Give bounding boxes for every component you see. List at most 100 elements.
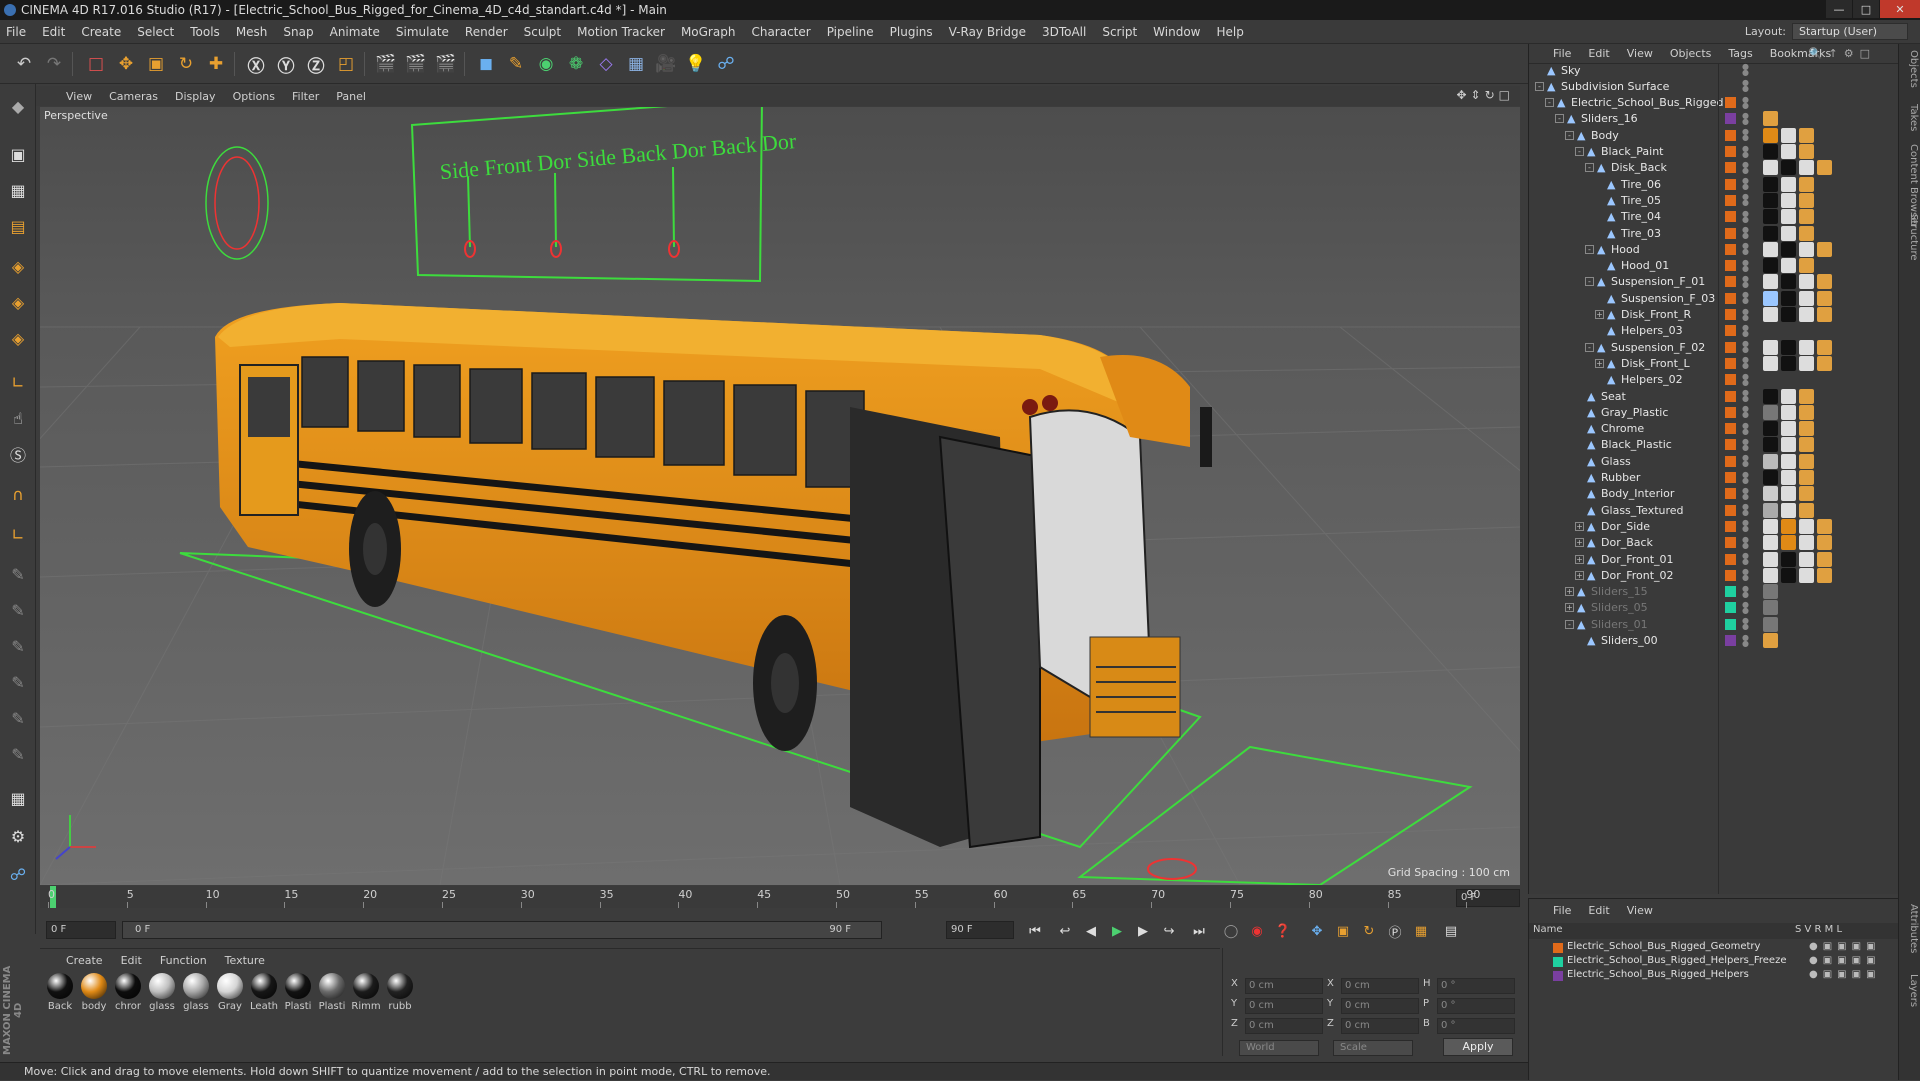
- visibility-dots-icon[interactable]: ● ●: [1742, 274, 1749, 288]
- material-tag-icon[interactable]: [1781, 192, 1796, 208]
- expand-toggle-icon[interactable]: -: [1575, 147, 1584, 156]
- sculpt-smooth-icon[interactable]: ✎: [4, 632, 32, 660]
- expand-toggle-icon[interactable]: -: [1585, 244, 1594, 254]
- viewport-navigation-icons[interactable]: ✥⇕↻□: [1456, 88, 1514, 102]
- material-tag-icon[interactable]: [1763, 388, 1778, 404]
- material-tag-icon[interactable]: [1763, 616, 1778, 632]
- layer-color-swatch[interactable]: [1725, 260, 1736, 272]
- material-tag-icon[interactable]: [1781, 160, 1796, 176]
- layer-color-swatch[interactable]: [1725, 97, 1736, 109]
- expand-toggle-icon[interactable]: -: [1585, 277, 1594, 287]
- redo-icon[interactable]: ↷: [40, 50, 68, 78]
- coordinate-value-field[interactable]: 0 °: [1437, 1018, 1515, 1034]
- material-tag-icon[interactable]: [1799, 388, 1814, 404]
- layer-color-swatch[interactable]: [1725, 146, 1736, 157]
- visibility-dots-icon[interactable]: ● ●: [1742, 226, 1749, 240]
- layer-color-swatch[interactable]: [1725, 129, 1736, 141]
- material-tag-icon[interactable]: [1817, 307, 1832, 322]
- material-menu-texture[interactable]: Texture: [225, 954, 265, 967]
- material-tag-icon[interactable]: [1799, 567, 1814, 583]
- material-tag-icon[interactable]: [1817, 274, 1832, 290]
- material-tag-icon[interactable]: [1763, 518, 1778, 534]
- material-tag-icon[interactable]: [1781, 567, 1796, 583]
- workplane-axis-icon[interactable]: ∟: [4, 520, 32, 548]
- material-swatch[interactable]: Leath: [248, 973, 280, 1012]
- material-tag-icon[interactable]: [1799, 339, 1814, 355]
- material-tag-icon[interactable]: [1817, 160, 1832, 176]
- coordinate-value-field[interactable]: 0 °: [1437, 978, 1515, 994]
- material-tag-icon[interactable]: [1781, 307, 1796, 322]
- material-tag-icon[interactable]: [1763, 535, 1778, 551]
- material-tag-icon[interactable]: [1781, 176, 1796, 192]
- side-tab-layers[interactable]: Layers: [1901, 974, 1919, 1007]
- expand-toggle-icon[interactable]: +: [1595, 310, 1604, 319]
- python-script-icon[interactable]: ☍: [712, 50, 740, 78]
- material-tag-icon[interactable]: [1817, 551, 1832, 567]
- coordinate-value-field[interactable]: 0 cm: [1245, 1018, 1323, 1034]
- material-tag-icon[interactable]: [1799, 160, 1814, 176]
- object-menu-edit[interactable]: Edit: [1588, 47, 1609, 60]
- material-tag-icon[interactable]: [1763, 144, 1778, 159]
- coordinate-system-icon[interactable]: ◰: [332, 50, 360, 78]
- close-button[interactable]: ✕: [1880, 0, 1920, 18]
- object-menu-tags[interactable]: Tags: [1728, 47, 1752, 60]
- previous-key-icon[interactable]: ↩: [1054, 921, 1076, 941]
- render-settings-icon[interactable]: 🎬: [432, 50, 460, 78]
- make-editable-icon[interactable]: ◆: [4, 92, 32, 120]
- material-tag-icon[interactable]: [1781, 453, 1796, 469]
- material-tag-icon[interactable]: [1763, 600, 1778, 616]
- material-tag-icon[interactable]: [1781, 437, 1796, 453]
- material-menu-create[interactable]: Create: [66, 954, 103, 967]
- layer-flags-icons[interactable]: ●▣▣▣▣: [1809, 969, 1881, 980]
- material-tag-icon[interactable]: [1763, 274, 1778, 290]
- visibility-dots-icon[interactable]: ● ●: [1742, 454, 1749, 468]
- coordinate-mode-dropdown[interactable]: Scale: [1333, 1040, 1413, 1056]
- layer-menu-edit[interactable]: Edit: [1588, 904, 1609, 917]
- subdivision-generator-icon[interactable]: ◉: [532, 50, 560, 78]
- material-tag-icon[interactable]: [1763, 176, 1778, 192]
- material-tag-icon[interactable]: [1763, 339, 1778, 355]
- cube-primitive-icon[interactable]: ◼: [472, 50, 500, 78]
- brush-tool-icon[interactable]: ✎: [4, 560, 32, 588]
- layer-color-swatch[interactable]: [1725, 586, 1736, 598]
- move-tool-icon[interactable]: ✥: [112, 50, 140, 78]
- layer-menu-file[interactable]: File: [1553, 904, 1571, 917]
- layer-row[interactable]: Electric_School_Bus_Rigged_Helpers ●▣▣▣▣: [1529, 969, 1899, 983]
- model-mode-icon[interactable]: ▣: [4, 140, 32, 168]
- next-key-icon[interactable]: ↪: [1158, 921, 1180, 941]
- menu-help[interactable]: Help: [1216, 25, 1243, 39]
- points-mode-icon[interactable]: ◈: [4, 252, 32, 280]
- material-tag-icon[interactable]: [1799, 551, 1814, 567]
- material-tag-icon[interactable]: [1781, 551, 1796, 567]
- material-tag-icon[interactable]: [1799, 225, 1814, 241]
- visibility-dots-icon[interactable]: ● ●: [1742, 633, 1749, 647]
- material-tag-icon[interactable]: [1763, 567, 1778, 583]
- coordinate-value-field[interactable]: 0 cm: [1341, 998, 1419, 1014]
- layer-color-swatch[interactable]: [1553, 957, 1563, 967]
- layer-color-swatch[interactable]: [1725, 520, 1736, 532]
- viewport-menu-filter[interactable]: Filter: [292, 90, 319, 103]
- z-axis-lock-icon[interactable]: Ⓩ: [302, 50, 330, 78]
- expand-toggle-icon[interactable]: -: [1555, 114, 1564, 124]
- layer-color-swatch[interactable]: [1553, 943, 1563, 953]
- material-tag-icon[interactable]: [1781, 388, 1796, 404]
- material-tag-icon[interactable]: [1817, 290, 1832, 306]
- layer-color-swatch[interactable]: [1725, 341, 1736, 353]
- material-swatch[interactable]: glass: [180, 973, 212, 1012]
- texture-mode-icon[interactable]: ▦: [4, 176, 32, 204]
- material-tag-icon[interactable]: [1781, 470, 1796, 485]
- material-menu-function[interactable]: Function: [160, 954, 207, 967]
- layer-color-swatch[interactable]: [1725, 439, 1736, 451]
- side-tab-attributes[interactable]: Attributes: [1901, 904, 1919, 953]
- sculpt-inflate-icon[interactable]: ✎: [4, 704, 32, 732]
- material-tag-icon[interactable]: [1799, 127, 1814, 143]
- material-tag-icon[interactable]: [1781, 258, 1796, 274]
- key-scale-icon[interactable]: ▣: [1332, 921, 1354, 941]
- visibility-dots-icon[interactable]: ● ●: [1742, 128, 1749, 142]
- tweak-mode-icon[interactable]: ☝: [4, 404, 32, 432]
- previous-frame-icon[interactable]: ◀: [1080, 921, 1102, 941]
- layer-color-swatch[interactable]: [1725, 635, 1736, 646]
- layer-color-swatch[interactable]: [1725, 618, 1736, 630]
- menu-render[interactable]: Render: [465, 25, 508, 39]
- material-tag-icon[interactable]: [1817, 241, 1832, 257]
